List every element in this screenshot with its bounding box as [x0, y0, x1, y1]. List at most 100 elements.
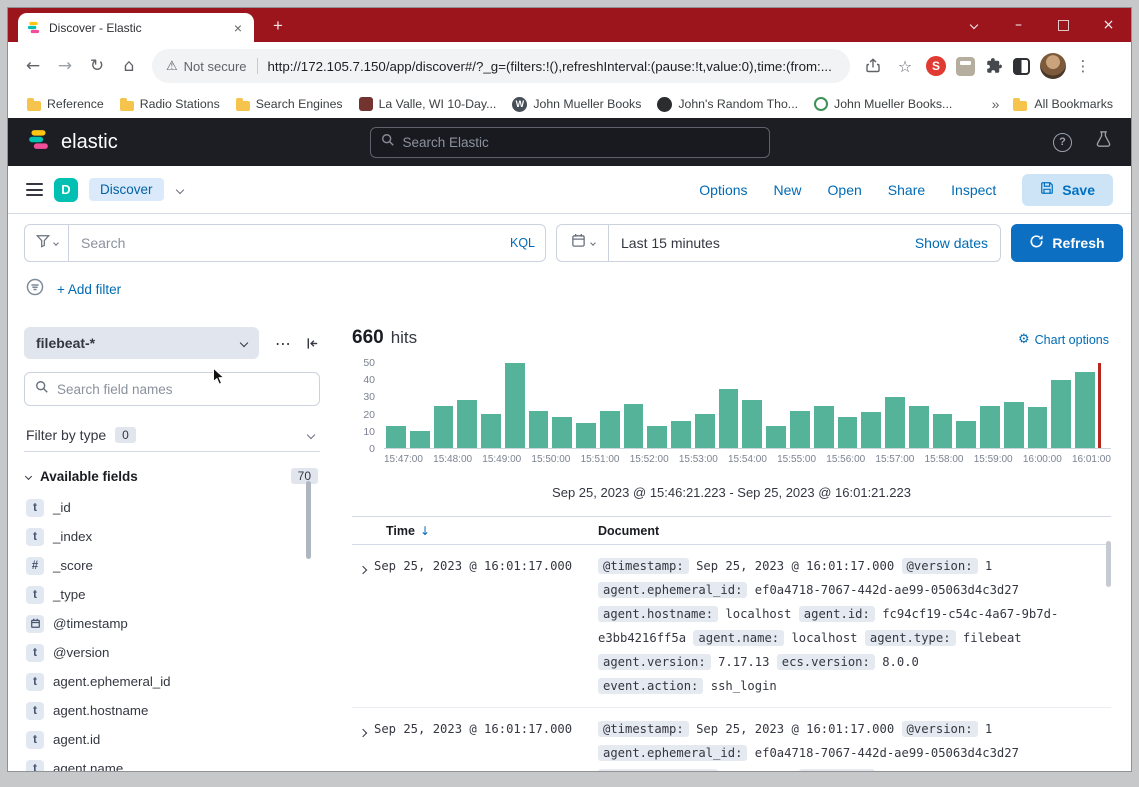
maximize-button[interactable]: □: [1041, 8, 1086, 42]
close-button[interactable]: ×: [1086, 8, 1131, 42]
chevron-down-icon[interactable]: [175, 185, 183, 193]
add-filter-button[interactable]: + Add filter: [57, 282, 121, 297]
histogram-bar[interactable]: [1051, 380, 1071, 448]
field-search-input[interactable]: [57, 382, 309, 397]
extension-icon[interactable]: [956, 57, 975, 76]
field-item[interactable]: #_score: [24, 551, 320, 580]
expand-row-button[interactable]: [352, 717, 374, 771]
bookmark-item[interactable]: John's Random Tho...: [650, 94, 805, 115]
field-item[interactable]: t_type: [24, 580, 320, 609]
histogram-bar[interactable]: [1075, 372, 1095, 449]
flask-icon[interactable]: [1094, 130, 1113, 154]
new-tab-button[interactable]: +: [266, 16, 290, 36]
share-icon[interactable]: [858, 51, 888, 81]
histogram-bar[interactable]: [576, 423, 596, 449]
expand-row-button[interactable]: [352, 554, 374, 698]
refresh-button[interactable]: Refresh: [1011, 224, 1123, 262]
field-item[interactable]: tagent.name: [24, 754, 320, 771]
nav-link-share[interactable]: Share: [888, 182, 925, 198]
profile-avatar[interactable]: [1040, 53, 1066, 79]
global-search-input[interactable]: [403, 135, 759, 150]
url-text[interactable]: http://172.105.7.150/app/discover#/?_g=(…: [268, 59, 832, 74]
tab-close-icon[interactable]: ×: [230, 20, 246, 36]
back-button[interactable]: ←: [18, 51, 48, 81]
field-item[interactable]: tagent.hostname: [24, 696, 320, 725]
field-search[interactable]: [24, 372, 320, 406]
field-item[interactable]: @timestamp: [24, 609, 320, 638]
forward-button[interactable]: →: [50, 51, 80, 81]
field-item[interactable]: t_id: [24, 493, 320, 522]
histogram-bar[interactable]: [719, 389, 739, 449]
help-icon[interactable]: ?: [1053, 133, 1072, 152]
query-input[interactable]: [81, 235, 510, 251]
save-button[interactable]: Save: [1022, 174, 1113, 206]
nav-link-inspect[interactable]: Inspect: [951, 182, 996, 198]
filter-circle-icon[interactable]: [26, 278, 44, 301]
breadcrumb[interactable]: Discover: [89, 178, 164, 201]
home-button[interactable]: ⌂: [114, 51, 144, 81]
histogram-bar[interactable]: [434, 406, 454, 449]
time-range-value[interactable]: Last 15 minutes: [621, 235, 720, 251]
histogram-bar[interactable]: [647, 426, 667, 448]
extension-darkmode-icon[interactable]: [1013, 58, 1030, 75]
collapse-sidebar-icon[interactable]: [305, 336, 320, 351]
field-settings-icon[interactable]: ⋯: [275, 334, 291, 353]
histogram-bar[interactable]: [861, 412, 881, 448]
histogram-bar[interactable]: [1004, 402, 1024, 448]
histogram-bar[interactable]: [742, 400, 762, 448]
histogram-bar[interactable]: [838, 417, 858, 448]
sidebar-scrollbar[interactable]: [306, 481, 311, 559]
bookmark-item[interactable]: WJohn Mueller Books: [505, 94, 648, 115]
minimize-button[interactable]: –: [996, 8, 1041, 42]
field-item[interactable]: t_index: [24, 522, 320, 551]
chart-options-button[interactable]: ⚙ Chart options: [1018, 332, 1111, 347]
nav-link-options[interactable]: Options: [699, 182, 747, 198]
histogram-bar[interactable]: [1028, 407, 1048, 448]
histogram-bar[interactable]: [909, 406, 929, 449]
histogram-bar[interactable]: [624, 404, 644, 448]
browser-tab[interactable]: Discover - Elastic ×: [18, 13, 254, 42]
histogram-bar[interactable]: [552, 417, 572, 448]
histogram-bar[interactable]: [790, 411, 810, 448]
elastic-home-link[interactable]: elastic: [26, 127, 118, 157]
histogram-bar[interactable]: [529, 411, 549, 448]
global-search[interactable]: [370, 127, 770, 158]
reload-button[interactable]: ↻: [82, 51, 112, 81]
histogram-bar[interactable]: [671, 421, 691, 448]
histogram-bar[interactable]: [814, 406, 834, 449]
nav-link-new[interactable]: New: [774, 182, 802, 198]
bookmark-item[interactable]: John Mueller Books...: [807, 94, 959, 114]
data-view-selector[interactable]: filebeat-*: [24, 327, 259, 359]
filter-by-type[interactable]: Filter by type 0: [24, 418, 320, 452]
histogram-bar[interactable]: [766, 426, 786, 448]
histogram-bar[interactable]: [933, 414, 953, 448]
histogram-bar[interactable]: [600, 411, 620, 448]
bookmark-item[interactable]: La Valle, WI 10-Day...: [352, 94, 504, 114]
column-header-time[interactable]: Time ↓: [374, 524, 584, 538]
show-dates-button[interactable]: Show dates: [915, 235, 988, 251]
tab-search-icon[interactable]: [951, 8, 996, 42]
histogram-bar[interactable]: [980, 406, 1000, 449]
table-scrollbar[interactable]: [1106, 541, 1111, 587]
histogram-bar[interactable]: [695, 414, 715, 448]
histogram-bar[interactable]: [956, 421, 976, 448]
query-filter-button[interactable]: [24, 224, 68, 262]
histogram-bar[interactable]: [481, 414, 501, 448]
histogram-bar[interactable]: [410, 431, 430, 448]
browser-menu-icon[interactable]: ⋮: [1072, 51, 1094, 81]
histogram-bar[interactable]: [505, 363, 525, 448]
query-input-wrap[interactable]: KQL: [68, 224, 546, 262]
available-fields-header[interactable]: Available fields 70: [24, 468, 320, 484]
histogram-bar[interactable]: [386, 426, 406, 448]
not-secure-label[interactable]: Not secure: [184, 59, 247, 74]
bookmarks-overflow-icon[interactable]: »: [978, 96, 1014, 112]
histogram-bar[interactable]: [885, 397, 905, 448]
field-item[interactable]: tagent.ephemeral_id: [24, 667, 320, 696]
sort-desc-icon[interactable]: ↓: [420, 524, 430, 538]
bookmark-item[interactable]: Search Engines: [229, 94, 350, 114]
bookmark-item[interactable]: Radio Stations: [113, 94, 227, 114]
extension-icon-s[interactable]: S: [926, 56, 946, 76]
all-bookmarks[interactable]: All Bookmarks: [1013, 97, 1119, 111]
column-header-document[interactable]: Document: [584, 524, 1111, 538]
kql-button[interactable]: KQL: [510, 236, 535, 250]
